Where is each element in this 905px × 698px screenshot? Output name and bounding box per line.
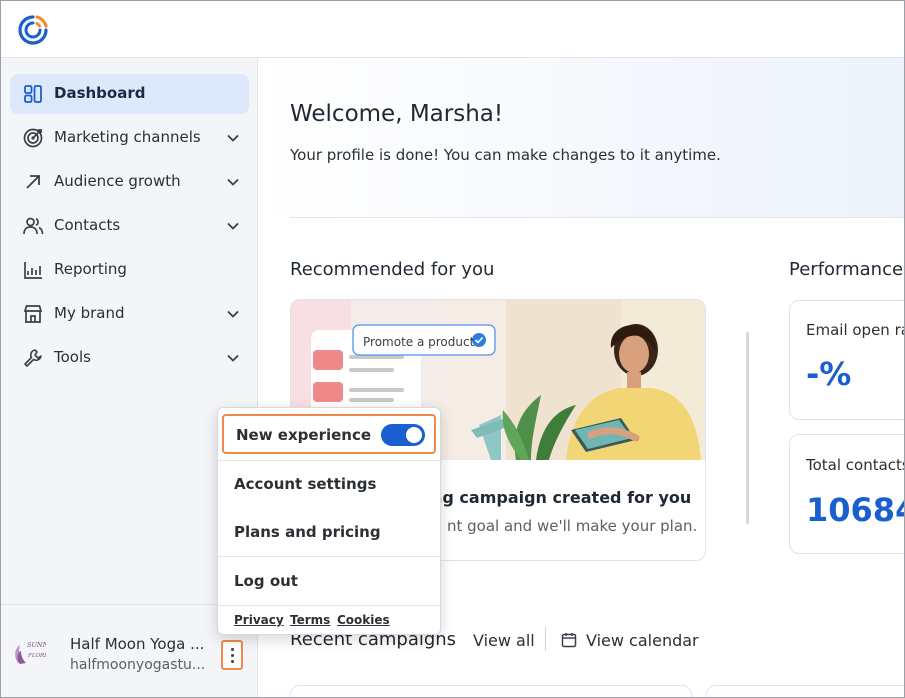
carousel-scrollbar[interactable] <box>746 332 749 524</box>
chevron-down-icon[interactable] <box>226 175 240 189</box>
svg-text:SUNNYS: SUNNYS <box>27 641 46 649</box>
constant-contact-logo-icon[interactable] <box>16 13 50 47</box>
divider <box>218 605 440 606</box>
page-title: Welcome, Marsha! <box>290 101 504 127</box>
top-bar <box>1 1 904 58</box>
sidebar-item-label: Marketing channels <box>54 128 201 146</box>
divider <box>290 217 904 218</box>
sidebar-item-marketing-channels[interactable]: Marketing channels <box>10 118 249 158</box>
new-experience-row[interactable]: New experience <box>222 414 436 454</box>
people-icon <box>23 217 44 235</box>
campaign-card[interactable] <box>290 685 692 697</box>
sidebar-item-dashboard[interactable]: Dashboard <box>10 74 249 114</box>
sidebar-item-label: Reporting <box>54 260 127 278</box>
total-contacts-card[interactable]: Total contacts 106846 <box>789 434 905 554</box>
performance-title: Performance <box>789 259 904 280</box>
chart-icon <box>24 262 42 279</box>
log-out-item[interactable]: Log out <box>218 561 440 601</box>
recommended-title: Recommended for you <box>290 259 495 280</box>
promote-badge-label: Promote a product <box>363 335 475 349</box>
account-menu: New experience Account settings Plans an… <box>217 407 441 635</box>
menu-item-label: Plans and pricing <box>234 523 381 541</box>
sidebar-item-label: Tools <box>54 348 91 366</box>
chevron-down-icon[interactable] <box>226 307 240 321</box>
welcome-banner <box>258 58 904 218</box>
plans-pricing-item[interactable]: Plans and pricing <box>218 512 440 552</box>
view-all-link[interactable]: View all <box>473 631 535 650</box>
sidebar-item-label: Dashboard <box>54 84 146 102</box>
svg-text:FLORIST: FLORIST <box>27 653 46 659</box>
cookies-link[interactable]: Cookies <box>337 613 390 627</box>
divider <box>218 460 440 461</box>
view-calendar-link[interactable]: View calendar <box>586 631 699 650</box>
perf-label: Email open ra <box>806 321 905 339</box>
chevron-down-icon[interactable] <box>226 219 240 233</box>
sidebar-item-audience-growth[interactable]: Audience growth <box>10 162 249 202</box>
new-experience-toggle[interactable] <box>381 424 425 446</box>
divider <box>545 627 546 651</box>
sidebar-item-label: Audience growth <box>54 172 181 190</box>
arrow-up-right-icon <box>26 175 40 189</box>
account-menu-button[interactable] <box>221 640 243 670</box>
sidebar-item-label: My brand <box>54 304 125 322</box>
sidebar-item-tools[interactable]: Tools <box>10 338 249 378</box>
sidebar-item-label: Contacts <box>54 216 121 234</box>
calendar-icon <box>561 633 577 648</box>
account-email: halfmoonyogastu... <box>70 657 206 673</box>
menu-item-label: Account settings <box>234 475 377 493</box>
perf-value: 106846 <box>806 491 904 529</box>
chevron-down-icon[interactable] <box>226 351 240 365</box>
terms-link[interactable]: Terms <box>290 613 330 627</box>
target-icon <box>23 128 43 148</box>
menu-item-label: Log out <box>234 572 298 590</box>
sidebar-item-contacts[interactable]: Contacts <box>10 206 249 246</box>
account-avatar: SUNNYS FLORIST <box>15 641 46 664</box>
new-experience-label: New experience <box>236 426 372 444</box>
welcome-subtitle: Your profile is done! You can make chang… <box>290 146 721 164</box>
account-settings-item[interactable]: Account settings <box>218 464 440 504</box>
chevron-down-icon[interactable] <box>226 131 240 145</box>
perf-value: -% <box>806 355 852 393</box>
perf-label: Total contacts <box>806 456 905 474</box>
privacy-link[interactable]: Privacy <box>234 613 284 627</box>
storefront-icon <box>23 305 43 323</box>
recommended-card-title: ng campaign created for you <box>431 488 692 507</box>
sidebar-item-my-brand[interactable]: My brand <box>10 294 249 334</box>
app-window: Dashboard Marketing channels Audience gr… <box>0 0 905 698</box>
sidebar-item-reporting[interactable]: Reporting <box>10 250 249 290</box>
recommended-card-description: nt goal and we'll make your plan. <box>447 517 698 535</box>
wrench-icon <box>24 349 42 367</box>
email-open-rate-card[interactable]: Email open ra -% <box>789 300 905 420</box>
dashboard-icon <box>24 85 42 103</box>
divider <box>218 556 440 557</box>
account-name: Half Moon Yoga ... <box>70 635 205 653</box>
campaign-card[interactable] <box>706 685 904 697</box>
